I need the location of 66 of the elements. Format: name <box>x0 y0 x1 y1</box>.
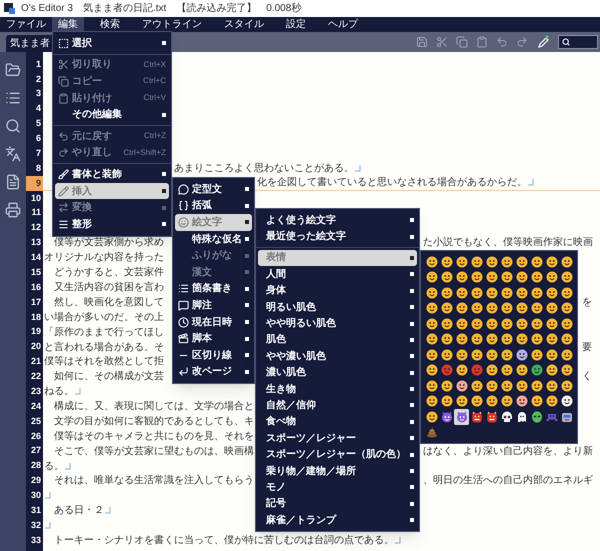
line-number: 1 <box>34 58 42 71</box>
document-text: それは、唯単なる生活常識を注入してもらう <box>53 474 254 488</box>
line-number: 21 <box>30 355 42 368</box>
line-number: 27 <box>30 444 42 458</box>
line-number: 26 <box>30 430 42 443</box>
line-number: 9 <box>26 176 43 191</box>
line-number: 24 <box>30 400 42 413</box>
shortcut-label: Ctrl+C <box>143 75 166 88</box>
document-text: 化を企図して書いていると思いなされる場合があるからだ。 <box>257 176 527 190</box>
document-text: る。 <box>44 460 64 474</box>
document-text: を <box>582 296 592 310</box>
line-number: 19 <box>30 325 42 338</box>
line-number: 12 <box>30 221 42 234</box>
line-number: 13 <box>30 236 42 250</box>
line-number: 7 <box>34 146 42 160</box>
line-number: 20 <box>30 340 42 354</box>
document-text: 僕等はそれを敢然として拒 <box>44 354 164 370</box>
line-number: 11 <box>30 206 42 220</box>
line-number: 17 <box>30 296 42 309</box>
document-text: あまりこころよく思わないことがある。 <box>174 162 354 176</box>
line-number: 4 <box>34 102 42 116</box>
document-text: そこで、僕等が文芸家に望むものは、映画構 <box>53 444 254 459</box>
document-text: 要 <box>582 340 592 355</box>
line-number: 8 <box>34 162 42 175</box>
document-text: た小説でもなく、僕等映画作家に映画 <box>423 236 593 250</box>
line-number: 10 <box>30 192 42 205</box>
shortcut-label: Ctrl+Z <box>144 130 166 142</box>
line-number: 5 <box>34 117 42 130</box>
document-text: 文学の目が如何に客観的であるとしても、キ <box>53 414 254 429</box>
line-number: 18 <box>30 310 42 324</box>
line-number: 3 <box>34 87 42 100</box>
line-number: 30 <box>30 489 42 502</box>
document-text: と言われる場合がある。そ <box>44 340 164 355</box>
document-text: 、明日の生活への自己内部のエネルギ <box>423 474 593 488</box>
document-text: い場合が多いのだ。その上 <box>44 310 164 325</box>
document-text: 構成に、又、表現に関しては、文学の場合と <box>53 400 254 414</box>
line-number: 6 <box>34 132 42 146</box>
document-text: ある日・２ <box>53 504 104 518</box>
line-number: 22 <box>30 370 42 384</box>
line-number: 25 <box>30 414 42 428</box>
document-text: どうかすると、文芸家件 <box>53 266 164 280</box>
document-text: 又生活内容の貧困を言わ <box>53 280 164 296</box>
line-number: 15 <box>30 266 42 279</box>
document-text: オリジナルな内容を持った <box>44 250 164 266</box>
line-number: 2 <box>34 72 42 86</box>
line-number: 32 <box>30 518 42 532</box>
document-text: 「原作のままで行ってほし <box>44 326 164 340</box>
window-title: O's Editor 3 気まま者の日記.txt 【読み込み完了】 0.008秒 <box>21 2 302 16</box>
document-text: ねる。 <box>44 385 74 400</box>
line-number: 16 <box>30 280 42 294</box>
shortcut-label: Ctrl+V <box>144 92 166 104</box>
shortcut-label: Ctrl+Shift+Z <box>123 146 166 159</box>
document-text: 如何に、その構成が文芸 <box>53 370 164 384</box>
line-number: 31 <box>30 504 42 517</box>
line-number: 33 <box>30 534 42 547</box>
document-text: トーキー・シナリオを書くに当って、僕が特に苦しむのは台詞の点である。 <box>53 534 394 548</box>
line-number: 28 <box>30 459 42 472</box>
document-text: はなく、より深い自己内容を、より新 <box>423 444 593 459</box>
line-number: 29 <box>30 474 42 488</box>
document-text: く <box>582 370 592 384</box>
line-number: 14 <box>30 251 42 264</box>
document-text: 僕等が文芸家側から求め <box>53 236 164 250</box>
document-text: 然し、映画化を意図して <box>53 296 164 310</box>
shortcut-label: Ctrl+X <box>144 58 166 71</box>
line-number: 23 <box>30 384 42 398</box>
document-text: 僕等はそのキャメラと共にものを見、それを <box>53 430 254 444</box>
